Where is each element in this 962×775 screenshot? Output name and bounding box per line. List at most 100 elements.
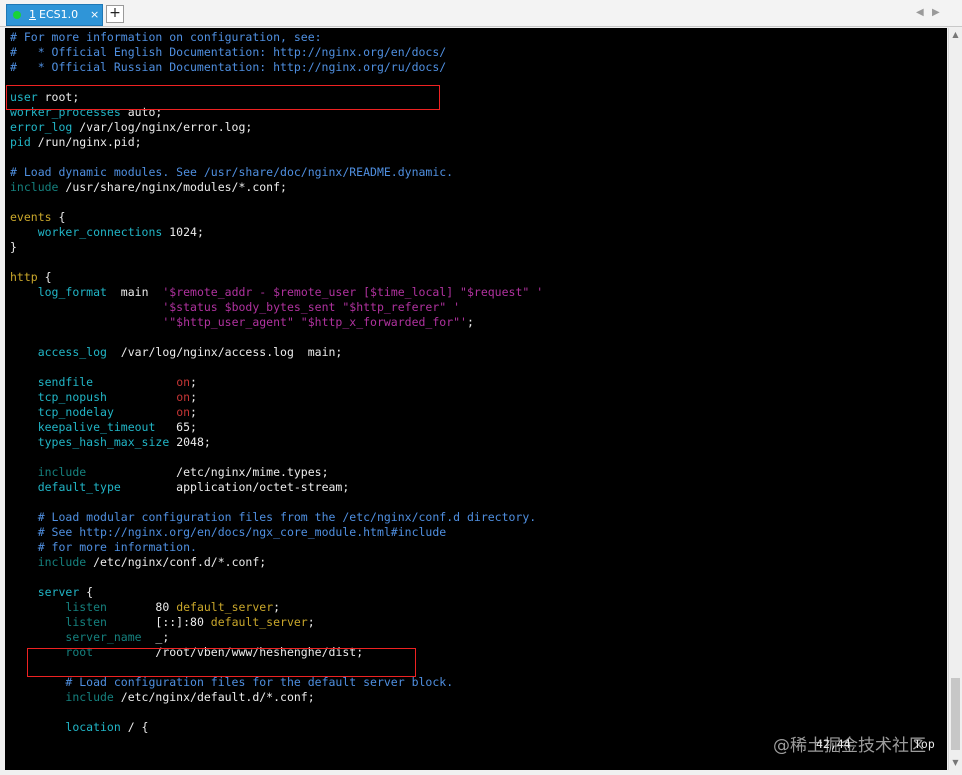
tab-prev-icon[interactable]: ◀ bbox=[916, 7, 924, 18]
code-token: server bbox=[37, 585, 80, 599]
code-line: # Load configuration files for the defau… bbox=[10, 675, 543, 690]
code-token: on bbox=[176, 375, 191, 389]
code-token: default_type bbox=[37, 480, 121, 494]
code-token: # Load modular configuration files from … bbox=[37, 510, 537, 524]
code-line: include /usr/share/nginx/modules/*.conf; bbox=[10, 180, 543, 195]
code-token: include bbox=[10, 180, 59, 194]
code-line: listen 80 default_server; bbox=[10, 600, 543, 615]
code-token: tcp_nodelay bbox=[37, 405, 114, 419]
tab-next-icon[interactable]: ▶ bbox=[932, 7, 940, 18]
code-token: # for more information. bbox=[37, 540, 197, 554]
tab-ecs[interactable]: 1 ECS1.0 × bbox=[6, 4, 103, 26]
code-token: /run/nginx.pid; bbox=[30, 135, 142, 149]
vertical-scrollbar[interactable]: ▲ ▼ bbox=[948, 28, 962, 770]
terminal-area[interactable]: # For more information on configuration,… bbox=[5, 28, 947, 770]
code-token: 65; bbox=[155, 420, 197, 434]
code-token: { bbox=[79, 585, 94, 599]
code-token: default_server bbox=[210, 615, 308, 629]
code-token: ; bbox=[190, 390, 197, 404]
code-token: /var/log/nginx/error.log; bbox=[72, 120, 253, 134]
scroll-down-icon[interactable]: ▼ bbox=[949, 756, 962, 770]
code-line: include /etc/nginx/conf.d/*.conf; bbox=[10, 555, 543, 570]
code-token: tcp_nopush bbox=[37, 390, 107, 404]
code-line: sendfile on; bbox=[10, 375, 543, 390]
scroll-up-icon[interactable]: ▲ bbox=[949, 28, 962, 42]
code-line: include /etc/nginx/mime.types; bbox=[10, 465, 543, 480]
code-line: events { bbox=[10, 210, 543, 225]
code-line: types_hash_max_size 2048; bbox=[10, 435, 543, 450]
code-token: # Load configuration files for the defau… bbox=[65, 675, 454, 689]
code-line: include /etc/nginx/default.d/*.conf; bbox=[10, 690, 543, 705]
code-token: types_hash_max_size bbox=[37, 435, 170, 449]
code-token: # * Official Russian Documentation: http… bbox=[10, 60, 447, 74]
code-token: server_name bbox=[65, 630, 142, 644]
tab-number: 1 bbox=[29, 8, 36, 21]
code-token: sendfile bbox=[37, 375, 94, 389]
code-line: '$status $body_bytes_sent "$http_referer… bbox=[10, 300, 543, 315]
close-icon[interactable]: × bbox=[90, 5, 99, 25]
code-line: # for more information. bbox=[10, 540, 543, 555]
code-token: ; bbox=[273, 600, 281, 614]
code-token: # See http://nginx.org/en/docs/ngx_core_… bbox=[37, 525, 447, 539]
code-token: location bbox=[65, 720, 121, 734]
code-token: / { bbox=[120, 720, 149, 734]
code-line: server_name _; bbox=[10, 630, 543, 645]
code-token: access_log bbox=[37, 345, 107, 359]
code-line: tcp_nodelay on; bbox=[10, 405, 543, 420]
code-token: '"$http_user_agent" "$http_x_forwarded_f… bbox=[162, 315, 467, 329]
code-line: error_log /var/log/nginx/error.log; bbox=[10, 120, 543, 135]
code-line: # See http://nginx.org/en/docs/ngx_core_… bbox=[10, 525, 543, 540]
code-token: /usr/share/nginx/modules/*.conf; bbox=[58, 180, 287, 194]
code-token: # For more information on configuration,… bbox=[10, 30, 322, 44]
highlight-box-user bbox=[6, 85, 440, 110]
connected-status-icon bbox=[13, 11, 21, 19]
code-line: http { bbox=[10, 270, 543, 285]
code-token: pid bbox=[10, 135, 31, 149]
code-token: /etc/nginx/conf.d/*.conf; bbox=[86, 555, 267, 569]
code-line: '"$http_user_agent" "$http_x_forwarded_f… bbox=[10, 315, 543, 330]
code-line: pid /run/nginx.pid; bbox=[10, 135, 543, 150]
code-token: /etc/nginx/mime.types; bbox=[86, 465, 329, 479]
code-line: listen [::]:80 default_server; bbox=[10, 615, 543, 630]
code-token: listen bbox=[65, 615, 107, 629]
code-token: { bbox=[51, 210, 66, 224]
scrollbar-thumb[interactable] bbox=[951, 678, 960, 750]
cursor-position: 42,44 bbox=[816, 737, 851, 751]
code-token: events bbox=[10, 210, 52, 224]
code-token: default_server bbox=[176, 600, 274, 614]
code-token: worker_connections bbox=[37, 225, 163, 239]
code-token: on bbox=[176, 405, 191, 419]
code-token: # * Official English Documentation: http… bbox=[10, 45, 447, 59]
code-token: ; bbox=[466, 315, 474, 329]
code-token: include bbox=[37, 465, 87, 479]
code-line: # * Official Russian Documentation: http… bbox=[10, 60, 543, 75]
code-token: # Load dynamic modules. See /usr/share/d… bbox=[10, 165, 454, 179]
new-tab-button[interactable]: + bbox=[106, 5, 124, 23]
code-token: /etc/nginx/default.d/*.conf; bbox=[113, 690, 315, 704]
code-token: ; bbox=[190, 405, 197, 419]
